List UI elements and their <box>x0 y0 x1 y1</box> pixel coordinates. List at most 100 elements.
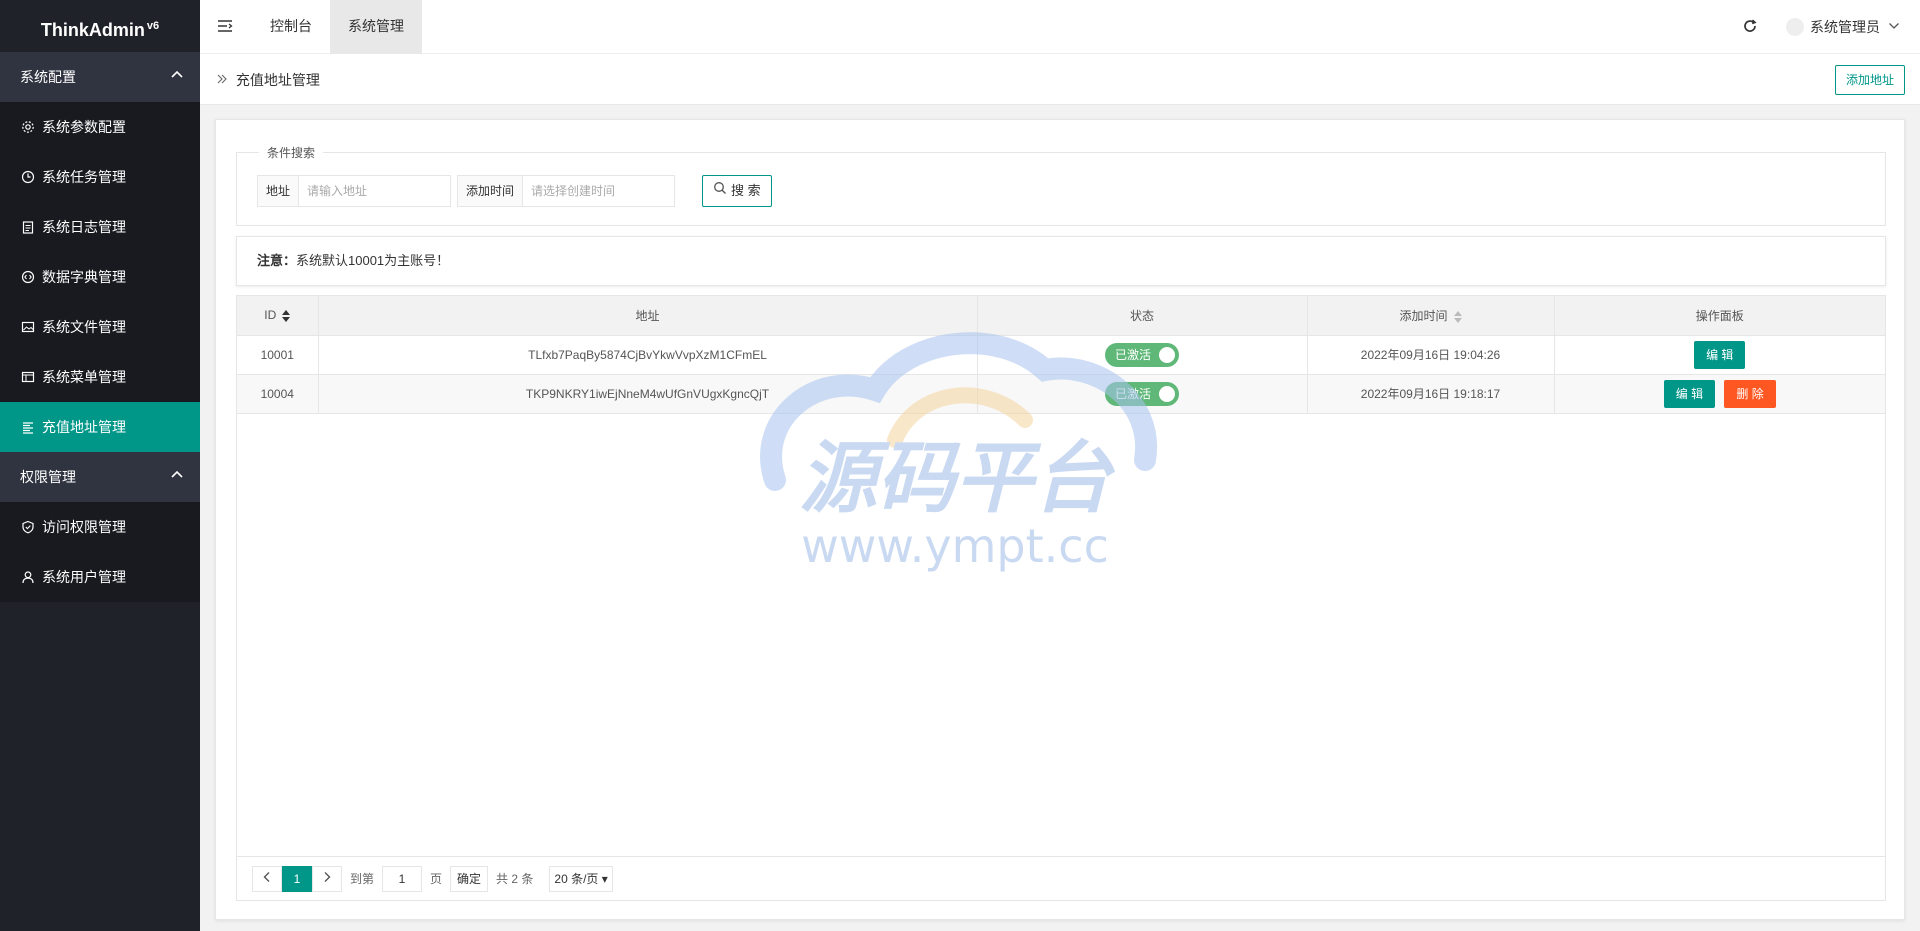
sidebar-item-label: 访问权限管理 <box>42 519 126 535</box>
table-header-row: ID 地址 状态 添加时间 操作面板 <box>237 296 1885 336</box>
search-icon <box>713 176 731 206</box>
main-card: 条件搜索 地址 请输入地址 添加时间 请选择创建时间 搜 索 注意：系统默认10… <box>215 119 1905 920</box>
user-icon <box>20 569 36 585</box>
address-input[interactable]: 请输入地址 <box>299 175 452 207</box>
edit-button[interactable]: 编 辑 <box>1663 379 1716 408</box>
total-count: 共 2 条 <box>496 872 534 886</box>
breadcrumb-bar: 充值地址管理 添加地址 <box>200 54 1920 105</box>
sidebar-item-menus[interactable]: 系统菜单管理 <box>0 352 200 402</box>
time-filter: 添加时间 请选择创建时间 <box>457 175 676 207</box>
column-header-id[interactable]: ID <box>237 296 319 336</box>
sidebar-item-recharge-address[interactable]: 充值地址管理 <box>0 402 200 452</box>
clock-icon <box>20 169 36 185</box>
add-address-button[interactable]: 添加地址 <box>1834 65 1905 95</box>
table-row: 10004 TKP9NKRY1iwEjNneM4wUfGnVUgxKgncQjT… <box>237 374 1885 414</box>
cell-id: 10004 <box>237 374 319 414</box>
table-row: 10001 TLfxb7PaqBy5874CjBvYkwVvpXzM1CFmEL… <box>237 335 1885 375</box>
edit-button[interactable]: 编 辑 <box>1694 340 1746 369</box>
delete-button[interactable]: 删 除 <box>1724 379 1776 408</box>
tab-console[interactable]: 控制台 <box>252 0 330 54</box>
user-menu[interactable]: 系统管理员 <box>1786 0 1900 54</box>
cell-status: 已激活 <box>977 335 1308 375</box>
sort-icon[interactable] <box>1453 310 1462 323</box>
notice-prefix: 注意： <box>257 253 297 268</box>
cell-actions: 编 辑 <box>1554 335 1885 375</box>
sidebar: ThinkAdmin v6 系统配置 系统参数配置 系统任务管理 系统日志管理 数… <box>0 0 200 931</box>
avatar <box>1786 18 1804 36</box>
sidebar-item-users[interactable]: 系统用户管理 <box>0 552 200 602</box>
goto-page-input[interactable]: 1 <box>382 865 423 892</box>
sidebar-item-files[interactable]: 系统文件管理 <box>0 302 200 352</box>
double-chevron-right-icon <box>216 72 228 88</box>
sidebar-item-label: 系统任务管理 <box>42 169 126 185</box>
breadcrumb: 充值地址管理 <box>216 54 320 106</box>
pagination: 1 到第 1 页 确定 共 2 条 20 条/页 ▾ <box>237 856 1885 900</box>
sidebar-item-system-params[interactable]: 系统参数配置 <box>0 102 200 152</box>
cell-time: 2022年09月16日 19:18:17 <box>1307 374 1555 414</box>
sidebar-group-label: 系统配置 <box>20 69 76 85</box>
shield-icon <box>20 519 36 535</box>
page-unit: 页 <box>430 872 443 886</box>
sidebar-item-access[interactable]: 访问权限管理 <box>0 502 200 552</box>
chevron-up-icon <box>170 452 184 502</box>
sort-icon[interactable] <box>282 310 291 323</box>
column-header-time[interactable]: 添加时间 <box>1307 296 1555 336</box>
sidebar-item-tasks[interactable]: 系统任务管理 <box>0 152 200 202</box>
search-button[interactable]: 搜 索 <box>702 175 772 207</box>
address-filter: 地址 请输入地址 <box>257 175 452 207</box>
menu-toggle-icon[interactable] <box>216 16 234 36</box>
app-logo[interactable]: ThinkAdmin v6 <box>0 0 200 52</box>
goto-label: 到第 <box>350 872 375 886</box>
search-legend: 条件搜索 <box>259 144 324 161</box>
sidebar-item-label: 系统日志管理 <box>42 219 126 235</box>
chevron-down-icon: ▾ <box>601 871 608 886</box>
clipboard-icon <box>20 219 36 235</box>
status-toggle[interactable]: 已激活 <box>1105 342 1179 367</box>
list-icon <box>20 419 36 435</box>
sidebar-item-label: 系统参数配置 <box>42 119 126 135</box>
sidebar-item-label: 系统用户管理 <box>42 569 126 585</box>
sidebar-item-label: 系统文件管理 <box>42 319 126 335</box>
window-icon <box>20 369 36 385</box>
chevron-up-icon <box>170 52 184 102</box>
refresh-icon[interactable] <box>1740 16 1760 36</box>
sidebar-group-permissions[interactable]: 权限管理 <box>0 452 200 502</box>
code-circle-icon <box>20 269 36 285</box>
time-label: 添加时间 <box>457 175 524 207</box>
notice-text: 系统默认10001为主账号！ <box>296 253 450 268</box>
top-bar: 控制台 系统管理 系统管理员 <box>200 0 1920 54</box>
image-icon <box>20 319 36 335</box>
cell-time: 2022年09月16日 19:04:26 <box>1307 335 1555 375</box>
page-title: 充值地址管理 <box>235 72 320 88</box>
prev-page-button[interactable] <box>252 865 282 892</box>
status-toggle[interactable]: 已激活 <box>1105 381 1179 406</box>
per-page-select[interactable]: 20 条/页 ▾ <box>549 865 613 892</box>
address-table: ID 地址 状态 添加时间 操作面板 10001 TLfxb7PaqBy5874… <box>236 295 1886 901</box>
cell-actions: 编 辑 删 除 <box>1554 374 1885 414</box>
search-button-label: 搜 索 <box>731 183 761 198</box>
sidebar-item-logs[interactable]: 系统日志管理 <box>0 202 200 252</box>
goto-confirm-button[interactable]: 确定 <box>450 865 489 892</box>
address-label: 地址 <box>257 175 300 207</box>
tab-system-management[interactable]: 系统管理 <box>330 0 422 54</box>
sidebar-item-label: 系统菜单管理 <box>42 369 126 385</box>
sidebar-item-label: 数据字典管理 <box>42 269 126 285</box>
time-input[interactable]: 请选择创建时间 <box>523 175 676 207</box>
column-header-status: 状态 <box>977 296 1308 336</box>
cell-address: TLfxb7PaqBy5874CjBvYkwVvpXzM1CFmEL <box>318 335 978 375</box>
sidebar-group-system-config[interactable]: 系统配置 <box>0 52 200 102</box>
column-header-actions: 操作面板 <box>1554 296 1885 336</box>
cell-status: 已激活 <box>977 374 1308 414</box>
cell-id: 10001 <box>237 335 319 375</box>
sidebar-item-dictionary[interactable]: 数据字典管理 <box>0 252 200 302</box>
chevron-down-icon <box>1888 0 1900 54</box>
next-page-button[interactable] <box>312 865 342 892</box>
gear-icon <box>20 119 36 135</box>
sidebar-item-label: 充值地址管理 <box>42 419 126 435</box>
column-header-address: 地址 <box>318 296 978 336</box>
cell-address: TKP9NKRY1iwEjNneM4wUfGnVUgxKgncQjT <box>318 374 978 414</box>
page-current[interactable]: 1 <box>282 865 312 892</box>
sidebar-group-label: 权限管理 <box>20 469 76 485</box>
notice-box: 注意：系统默认10001为主账号！ <box>236 236 1886 286</box>
user-name: 系统管理员 <box>1810 19 1880 35</box>
